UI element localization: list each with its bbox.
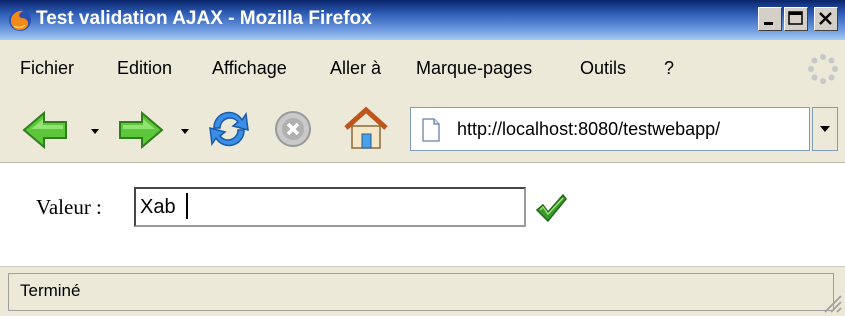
throbber-icon	[808, 54, 838, 84]
text-caret	[186, 193, 188, 219]
status-panel	[8, 273, 834, 311]
close-button[interactable]	[814, 7, 838, 31]
minimize-icon	[764, 22, 773, 25]
minimize-button[interactable]	[758, 7, 782, 31]
title-bar[interactable]: Test validation AJAX - Mozilla Firefox	[0, 0, 845, 40]
checkmark-icon	[535, 193, 567, 223]
resize-grip-icon[interactable]	[819, 290, 843, 314]
page-content: Valeur :	[0, 162, 845, 266]
back-dropdown-icon[interactable]	[90, 126, 100, 136]
value-label: Valeur :	[36, 195, 102, 219]
page-icon	[422, 118, 440, 142]
url-text: http://localhost:8080/testwebapp/	[457, 119, 721, 139]
value-input[interactable]	[134, 187, 526, 227]
back-arrow-icon[interactable]	[22, 110, 70, 150]
menu-marque-pages[interactable]: Marque-pages	[416, 58, 532, 79]
menu-aller[interactable]: Aller à	[330, 58, 381, 79]
menu-help[interactable]: ?	[664, 58, 674, 79]
stop-icon[interactable]	[272, 108, 314, 150]
reload-icon[interactable]	[206, 106, 252, 152]
chevron-down-icon	[820, 126, 830, 132]
forward-dropdown-icon[interactable]	[180, 126, 190, 136]
firefox-icon	[9, 9, 31, 31]
status-bar: Terminé	[0, 266, 845, 316]
maximize-icon	[788, 11, 803, 25]
window-title: Test validation AJAX - Mozilla Firefox	[36, 8, 372, 29]
menu-edition[interactable]: Edition	[117, 58, 172, 79]
menu-bar: Fichier Edition Affichage Aller à Marque…	[0, 40, 845, 96]
maximize-button[interactable]	[784, 7, 808, 31]
address-dropdown-button[interactable]	[812, 107, 838, 151]
home-icon[interactable]	[342, 104, 390, 152]
menu-outils[interactable]: Outils	[580, 58, 626, 79]
menu-affichage[interactable]: Affichage	[212, 58, 287, 79]
address-bar[interactable]: http://localhost:8080/testwebapp/	[410, 107, 810, 151]
close-icon	[819, 12, 832, 25]
browser-window: Test validation AJAX - Mozilla Firefox F…	[0, 0, 845, 316]
status-text: Terminé	[20, 281, 81, 300]
forward-arrow-icon[interactable]	[116, 110, 164, 150]
menu-fichier[interactable]: Fichier	[20, 58, 74, 79]
